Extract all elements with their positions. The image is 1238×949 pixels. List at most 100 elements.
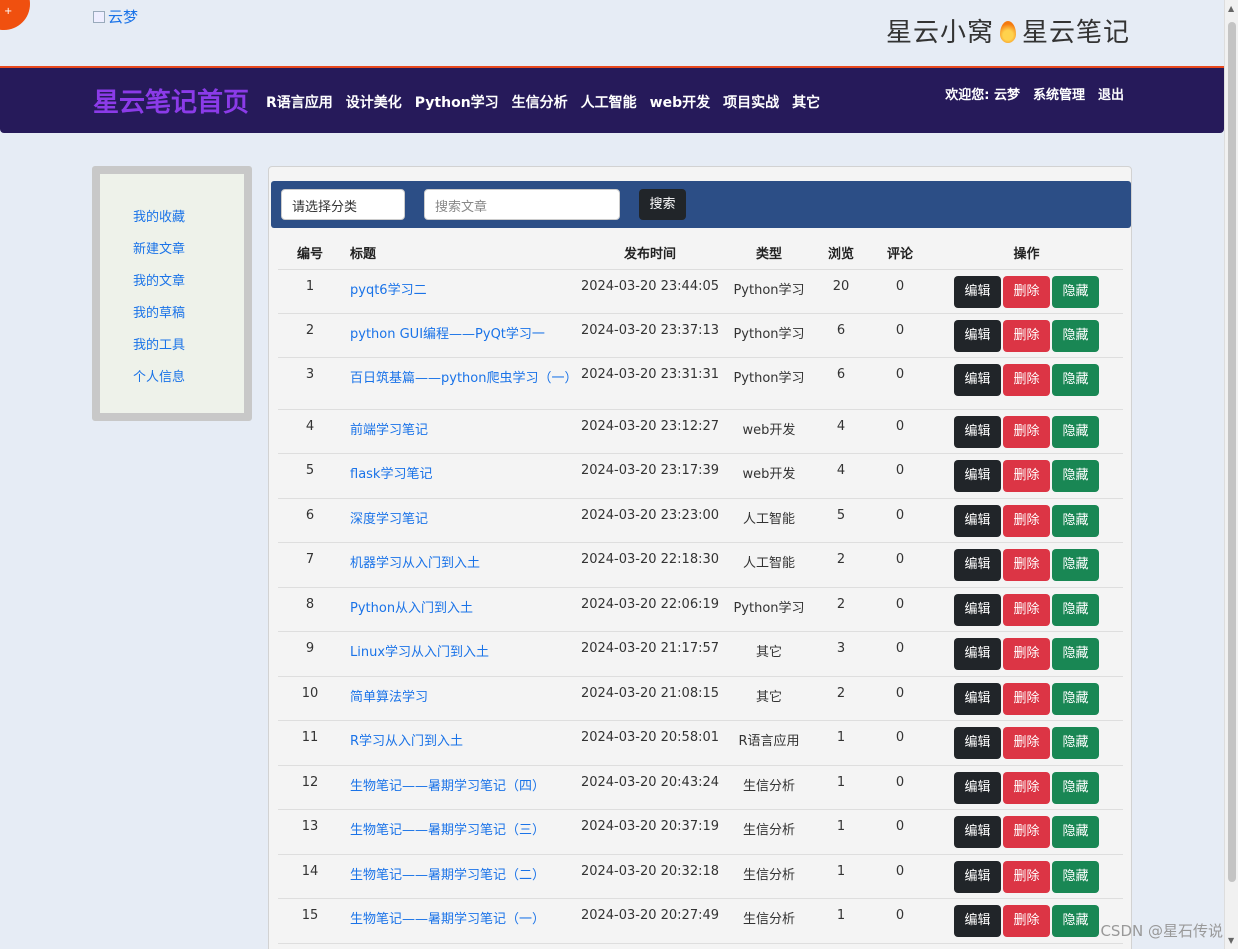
hide-button[interactable]: 隐藏 [1052, 637, 1099, 670]
sidebar-item-tools[interactable]: 我的工具 [133, 334, 185, 353]
edit-button[interactable]: 编辑 [954, 363, 1001, 396]
cell-title: pyqt6学习二 [342, 269, 574, 314]
cell-time: 2024-03-20 23:17:39 [574, 453, 726, 499]
hide-button[interactable]: 隐藏 [1052, 363, 1099, 396]
search-button[interactable]: 搜索 [639, 189, 686, 220]
article-title-link[interactable]: Linux学习从入门到入土 [350, 645, 489, 660]
delete-button[interactable]: 删除 [1003, 548, 1050, 581]
edit-button[interactable]: 编辑 [954, 548, 1001, 581]
brand-logo-link[interactable]: 云梦 [93, 6, 138, 27]
hide-button[interactable]: 隐藏 [1052, 904, 1099, 937]
delete-button[interactable]: 删除 [1003, 904, 1050, 937]
nav-item-projects[interactable]: 项目实战 [723, 92, 779, 112]
scroll-up-icon[interactable]: ▲ [1228, 4, 1234, 13]
hide-button[interactable]: 隐藏 [1052, 771, 1099, 804]
delete-button[interactable]: 删除 [1003, 860, 1050, 893]
hide-button[interactable]: 隐藏 [1052, 319, 1099, 352]
welcome-user[interactable]: 欢迎您: 云梦 [945, 84, 1020, 103]
sidebar-item-my-articles[interactable]: 我的文章 [133, 270, 185, 289]
hide-button[interactable]: 隐藏 [1052, 593, 1099, 626]
article-title-link[interactable]: Python从入门到入土 [350, 601, 473, 616]
cell-type: 其它 [726, 676, 812, 721]
sidebar-item-drafts[interactable]: 我的草稿 [133, 302, 185, 321]
nav-item-design[interactable]: 设计美化 [346, 92, 402, 112]
cell-id: 2 [278, 313, 342, 358]
nav-item-other[interactable]: 其它 [792, 92, 820, 112]
sidebar-item-profile[interactable]: 个人信息 [133, 366, 185, 385]
nav-item-python[interactable]: Python学习 [415, 92, 499, 112]
delete-button[interactable]: 删除 [1003, 319, 1050, 352]
cell-comments: 0 [870, 498, 930, 543]
article-title-link[interactable]: 生物笔记——暑期学习笔记（三） [350, 823, 545, 838]
edit-button[interactable]: 编辑 [954, 504, 1001, 537]
hide-button[interactable]: 隐藏 [1052, 504, 1099, 537]
article-title-link[interactable]: pyqt6学习二 [350, 283, 427, 298]
article-title-link[interactable]: 生物笔记——暑期学习笔记（四） [350, 779, 545, 794]
sidebar-item-favorites[interactable]: 我的收藏 [133, 206, 185, 225]
cell-title: 机器学习从入门到入土 [342, 542, 574, 588]
article-title-link[interactable]: python GUI编程——PyQt学习一 [350, 327, 545, 342]
edit-button[interactable]: 编辑 [954, 593, 1001, 626]
hide-button[interactable]: 隐藏 [1052, 682, 1099, 715]
hide-button[interactable]: 隐藏 [1052, 415, 1099, 448]
edit-button[interactable]: 编辑 [954, 319, 1001, 352]
edit-button[interactable]: 编辑 [954, 682, 1001, 715]
delete-button[interactable]: 删除 [1003, 459, 1050, 492]
article-title-link[interactable]: R学习从入门到入土 [350, 734, 463, 749]
cell-id: 4 [278, 409, 342, 454]
article-title-link[interactable]: 百日筑基篇——python爬虫学习（一） [350, 371, 577, 386]
search-input[interactable]: 搜索文章 [424, 189, 620, 220]
article-title-link[interactable]: 机器学习从入门到入土 [350, 556, 480, 571]
article-title-link[interactable]: flask学习笔记 [350, 467, 432, 482]
article-title-link[interactable]: 深度学习笔记 [350, 512, 428, 527]
sidebar-item-new-article[interactable]: 新建文章 [133, 238, 185, 257]
edit-button[interactable]: 编辑 [954, 637, 1001, 670]
article-title-link[interactable]: 生物笔记——暑期学习笔记（二） [350, 868, 545, 883]
delete-button[interactable]: 删除 [1003, 682, 1050, 715]
nav-item-web[interactable]: web开发 [650, 92, 710, 112]
logout-link[interactable]: 退出 [1098, 84, 1124, 103]
delete-button[interactable]: 删除 [1003, 726, 1050, 759]
delete-button[interactable]: 删除 [1003, 363, 1050, 396]
edit-button[interactable]: 编辑 [954, 726, 1001, 759]
window-scrollbar[interactable]: ▲ ▼ [1224, 0, 1238, 949]
edit-button[interactable]: 编辑 [954, 815, 1001, 848]
delete-button[interactable]: 删除 [1003, 771, 1050, 804]
cell-id: 8 [278, 587, 342, 632]
delete-button[interactable]: 删除 [1003, 275, 1050, 308]
edit-button[interactable]: 编辑 [954, 771, 1001, 804]
edit-button[interactable]: 编辑 [954, 275, 1001, 308]
nav-item-ai[interactable]: 人工智能 [581, 92, 637, 112]
floating-badge[interactable]: + [0, 0, 30, 30]
cell-actions: 编辑 删除 隐藏 [930, 765, 1123, 810]
cell-id: 1 [278, 269, 342, 314]
article-title-link[interactable]: 生物笔记——暑期学习笔记（一） [350, 912, 545, 927]
article-title-link[interactable]: 简单算法学习 [350, 690, 428, 705]
nav-brand[interactable]: 星云笔记首页 [93, 82, 249, 119]
scroll-down-icon[interactable]: ▼ [1228, 936, 1234, 945]
nav-item-bioinfo[interactable]: 生信分析 [512, 92, 568, 112]
edit-button[interactable]: 编辑 [954, 904, 1001, 937]
hide-button[interactable]: 隐藏 [1052, 860, 1099, 893]
hide-button[interactable]: 隐藏 [1052, 275, 1099, 308]
hide-button[interactable]: 隐藏 [1052, 459, 1099, 492]
admin-link[interactable]: 系统管理 [1033, 84, 1085, 103]
article-title-link[interactable]: 前端学习笔记 [350, 423, 428, 438]
cell-type: Python学习 [726, 587, 812, 632]
edit-button[interactable]: 编辑 [954, 860, 1001, 893]
delete-button[interactable]: 删除 [1003, 504, 1050, 537]
hide-button[interactable]: 隐藏 [1052, 726, 1099, 759]
delete-button[interactable]: 删除 [1003, 815, 1050, 848]
edit-button[interactable]: 编辑 [954, 415, 1001, 448]
hide-button[interactable]: 隐藏 [1052, 815, 1099, 848]
delete-button[interactable]: 删除 [1003, 415, 1050, 448]
nav-item-r[interactable]: R语言应用 [266, 92, 333, 112]
cell-type: 其它 [726, 631, 812, 677]
cell-views: 1 [812, 854, 870, 899]
scroll-thumb[interactable] [1228, 22, 1236, 882]
edit-button[interactable]: 编辑 [954, 459, 1001, 492]
delete-button[interactable]: 删除 [1003, 637, 1050, 670]
delete-button[interactable]: 删除 [1003, 593, 1050, 626]
hide-button[interactable]: 隐藏 [1052, 548, 1099, 581]
category-select[interactable]: 请选择分类 [281, 189, 405, 220]
